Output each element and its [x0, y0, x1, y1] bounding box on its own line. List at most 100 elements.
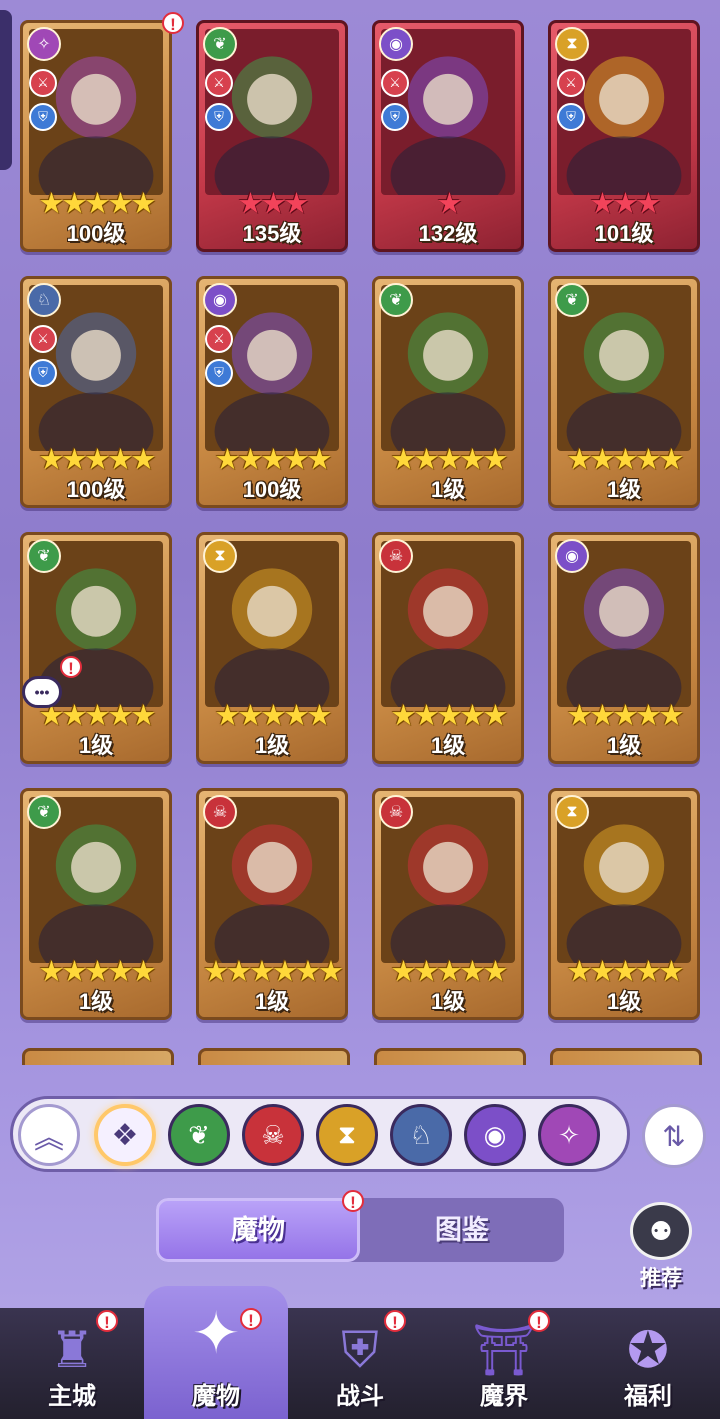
nav-icon: ✦ — [191, 1301, 241, 1366]
faction-time-icon: ⧗ — [555, 795, 589, 829]
monster-level: 1级 — [606, 477, 642, 502]
nav-3[interactable]: ⛩ 魔界! — [432, 1308, 576, 1419]
shield-role-icon: ⛨ — [205, 359, 233, 387]
monster-level: 1级 — [606, 733, 642, 758]
recommend-label: 推荐 — [640, 1267, 682, 1290]
monster-level: 135级 — [242, 221, 302, 246]
view-toggle: 魔物 图鉴 ! — [156, 1190, 564, 1262]
alert-badge: ! — [342, 1190, 364, 1212]
next-row-card — [374, 1048, 526, 1065]
monster-card[interactable]: ☠ ★★★★★ 1级 — [372, 532, 524, 764]
monster-level: 1级 — [254, 989, 290, 1014]
star-rating: ★★★★★ — [214, 700, 333, 732]
star-rating: ★★★★★ — [390, 700, 509, 732]
tab-monsters[interactable]: 魔物 — [156, 1198, 360, 1262]
forest-icon: ❦ — [188, 1119, 210, 1150]
attack-role-icon: ⚔ — [557, 69, 585, 97]
monster-level: 101级 — [594, 221, 654, 246]
nav-2[interactable]: ⛨ 战斗! — [288, 1308, 432, 1419]
filter-beast-button[interactable]: ♘ — [390, 1104, 452, 1166]
filter-time-button[interactable]: ⧗ — [316, 1104, 378, 1166]
monster-card[interactable]: ⧗ ★★★★★ 1级 — [548, 788, 700, 1020]
faction-demon-icon: ☠ — [379, 795, 413, 829]
faction-forest-icon: ❦ — [203, 27, 237, 61]
sort-icon: ⇅ — [662, 1120, 686, 1152]
monster-card[interactable]: ☠ ★★★★★★ 1级 — [196, 788, 348, 1020]
faction-time-icon: ⧗ — [203, 539, 237, 573]
chat-bubble-icon[interactable]: ••• — [22, 676, 62, 708]
monster-level: 1级 — [430, 477, 466, 502]
attack-role-icon: ⚔ — [29, 69, 57, 97]
faction-demon-icon: ☠ — [203, 795, 237, 829]
monster-level: 100级 — [66, 221, 126, 246]
monster-card[interactable]: ◉ ⚔ ⛨ ★★★★★ 100级 — [196, 276, 348, 508]
monster-card[interactable]: ❦ ★★★★★ 1级 — [548, 276, 700, 508]
star-rating: ★★★★★ — [566, 700, 685, 732]
alert-badge: ! — [528, 1310, 550, 1332]
alert-badge: ! — [240, 1308, 262, 1330]
faction-chaos-icon: ✧ — [27, 27, 61, 61]
monster-card[interactable]: ⧗ ⚔ ⛨ ★★★ 101级 — [548, 20, 700, 252]
filter-all-button[interactable]: ❖ — [94, 1104, 156, 1166]
filter-eye-button[interactable]: ◉ — [464, 1104, 526, 1166]
nav-label: 魔界 — [480, 1383, 528, 1410]
star-rating: ★ — [436, 188, 463, 220]
time-icon: ⧗ — [337, 1119, 357, 1149]
star-rating: ★★★★★ — [566, 444, 685, 476]
filter-forest-button[interactable]: ❦ — [168, 1104, 230, 1166]
filter-chaos-button[interactable]: ✧ — [538, 1104, 600, 1166]
nav-4[interactable]: ✪ 福利 — [576, 1308, 720, 1419]
monster-card[interactable]: ❦ ⚔ ⛨ ★★★ 135级 — [196, 20, 348, 252]
shield-role-icon: ⛨ — [205, 103, 233, 131]
attack-role-icon: ⚔ — [381, 69, 409, 97]
alert-badge: ! — [384, 1310, 406, 1332]
monster-card[interactable]: ⧗ ★★★★★ 1级 — [196, 532, 348, 764]
star-rating: ★★★★★ — [390, 444, 509, 476]
monster-level: 100级 — [242, 477, 302, 502]
shield-role-icon: ⛨ — [557, 103, 585, 131]
chaos-icon: ✧ — [558, 1119, 580, 1150]
monster-card[interactable]: ❦ ★★★★★ 1级 — [20, 532, 172, 764]
star-rating: ★★★★★ — [566, 956, 685, 988]
faction-eye-icon: ◉ — [555, 539, 589, 573]
monster-level: 1级 — [606, 989, 642, 1014]
monster-level: 100级 — [66, 477, 126, 502]
monster-level: 132级 — [418, 221, 478, 246]
star-rating: ★★★★★ — [390, 956, 509, 988]
shield-role-icon: ⛨ — [29, 359, 57, 387]
attack-role-icon: ⚔ — [205, 69, 233, 97]
star-rating: ★★★★★ — [38, 188, 157, 220]
monster-card[interactable]: ☠ ★★★★★ 1级 — [372, 788, 524, 1020]
star-rating: ★★★ — [237, 188, 310, 220]
tab-codex[interactable]: 图鉴 — [360, 1198, 564, 1262]
filter-collapse-button[interactable]: ︽ — [18, 1104, 80, 1166]
nav-1[interactable]: ✦ 魔物! — [144, 1286, 288, 1419]
all-icon: ❖ — [111, 1118, 139, 1152]
monster-level: 1级 — [78, 989, 114, 1014]
monster-card[interactable]: ◉ ⚔ ⛨ ★ 132级 — [372, 20, 524, 252]
monster-card[interactable]: ❦ ★★★★★ 1级 — [20, 788, 172, 1020]
monster-level: 1级 — [254, 733, 290, 758]
recommend-button[interactable]: ⚉ — [630, 1202, 692, 1260]
star-rating: ★★★★★★ — [203, 956, 344, 988]
faction-forest-icon: ❦ — [27, 539, 61, 573]
monster-card[interactable]: ❦ ★★★★★ 1级 — [372, 276, 524, 508]
monster-card[interactable]: ✧ ⚔ ⛨ ★★★★★ 100级 — [20, 20, 172, 252]
faction-eye-icon: ◉ — [379, 27, 413, 61]
collapse-icon: ︽ — [34, 1122, 64, 1155]
filter-demon-button[interactable]: ☠ — [242, 1104, 304, 1166]
star-rating: ★★★★★ — [214, 444, 333, 476]
monster-card[interactable]: ♘ ⚔ ⛨ ★★★★★ 100级 — [20, 276, 172, 508]
next-row-card — [550, 1048, 702, 1065]
nav-0[interactable]: ♜ 主城! — [0, 1308, 144, 1419]
attack-role-icon: ⚔ — [205, 325, 233, 353]
monster-card[interactable]: ◉ ★★★★★ 1级 — [548, 532, 700, 764]
sort-button[interactable]: ⇅ — [642, 1104, 706, 1168]
faction-time-icon: ⧗ — [555, 27, 589, 61]
attack-role-icon: ⚔ — [29, 325, 57, 353]
next-row-card — [198, 1048, 350, 1065]
monster-grid: ✧ ⚔ ⛨ ★★★★★ 100级! ❦ ⚔ ⛨ ★★★ 135级 ◉ ⚔ ⛨ ★ 132级 ⧗ ⚔ ⛨ ★★★ 101… — [0, 0, 720, 1065]
star-rating: ★★★★★ — [38, 956, 157, 988]
team-icon: ⚉ — [649, 1215, 673, 1246]
next-row-card — [22, 1048, 174, 1065]
